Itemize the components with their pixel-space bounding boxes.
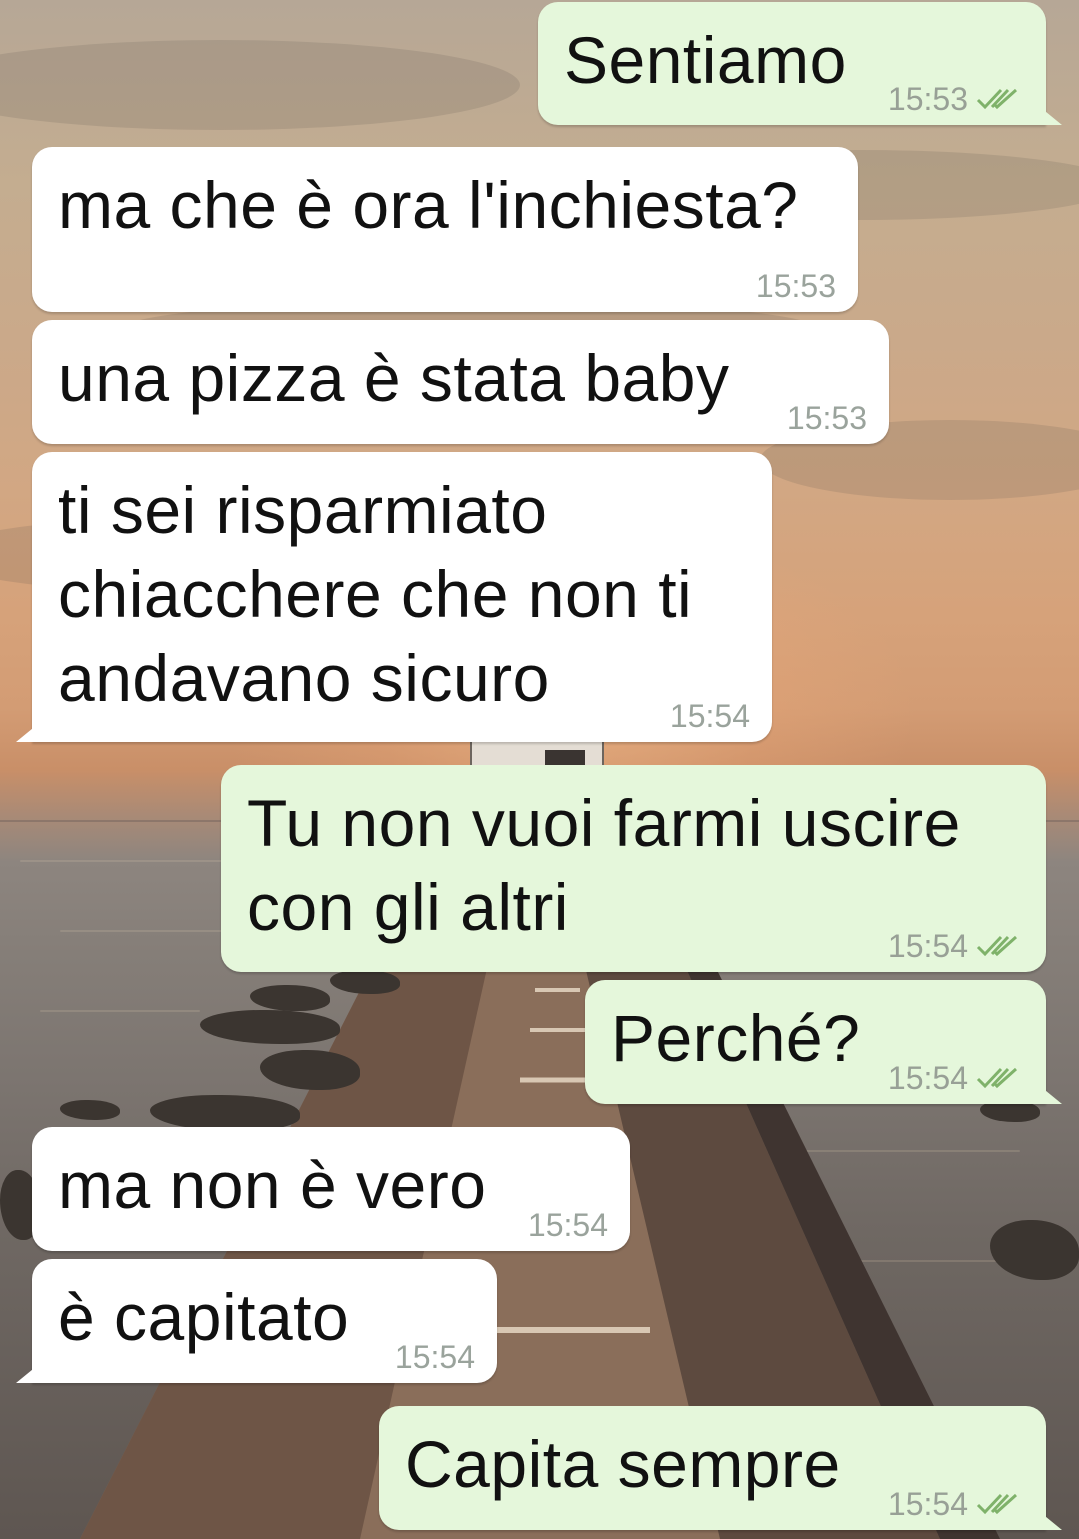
message-text: una pizza è stata baby [58, 341, 730, 415]
message-time: 15:54 [887, 928, 968, 964]
message-time: 15:54 [887, 1486, 968, 1522]
incoming-message-bubble[interactable]: è capitato 15:54 [16, 1259, 497, 1383]
message-text: ti sei risparmiato chiacchere che non ti… [58, 473, 712, 715]
message-meta: 15:54 [888, 1060, 1024, 1096]
message-meta: 15:54 [528, 1207, 608, 1243]
message-meta: 15:53 [787, 400, 867, 436]
bubble-tail [1040, 1086, 1062, 1104]
message-meta: 15:54 [888, 1486, 1024, 1522]
outgoing-message-bubble[interactable]: Perché? 15:54 [585, 980, 1062, 1104]
outgoing-message-bubble[interactable]: Tu non vuoi farmi uscire con gli altri 1… [221, 765, 1046, 972]
message-list[interactable]: Sentiamo 15:53 ma che è ora l'inchiesta?… [0, 0, 1079, 1539]
message-text: Tu non vuoi farmi uscire con gli altri [247, 786, 980, 944]
double-check-delivered-icon [976, 933, 1024, 959]
bubble-tail [16, 724, 38, 742]
message-time: 15:54 [887, 1060, 968, 1096]
bubble-tail [1040, 1512, 1062, 1530]
bubble-tail [16, 1365, 38, 1383]
message-text: ma non è vero [58, 1148, 487, 1222]
incoming-message-bubble[interactable]: ma non è vero 15:54 [32, 1127, 630, 1251]
incoming-message-bubble[interactable]: ti sei risparmiato chiacchere che non ti… [16, 452, 772, 742]
message-time: 15:54 [527, 1207, 608, 1243]
outgoing-message-bubble[interactable]: Capita sempre 15:54 [379, 1406, 1062, 1530]
message-meta: 15:54 [395, 1339, 475, 1375]
bubble-tail [1040, 107, 1062, 125]
message-meta: 15:53 [888, 81, 1024, 117]
message-meta: 15:53 [756, 268, 836, 304]
message-time: 15:53 [786, 400, 867, 436]
incoming-message-bubble[interactable]: una pizza è stata baby 15:53 [32, 320, 889, 444]
message-meta: 15:54 [670, 698, 750, 734]
double-check-delivered-icon [976, 1491, 1024, 1517]
outgoing-message-bubble[interactable]: Sentiamo 15:53 [538, 2, 1062, 125]
message-text: ma che è ora l'inchiesta? [58, 168, 799, 242]
message-time: 15:53 [755, 268, 836, 304]
message-time: 15:54 [669, 698, 750, 734]
double-check-delivered-icon [976, 86, 1024, 112]
message-meta: 15:54 [888, 928, 1024, 964]
incoming-message-bubble[interactable]: ma che è ora l'inchiesta? 15:53 [32, 147, 858, 312]
message-time: 15:54 [394, 1339, 475, 1375]
message-time: 15:53 [887, 81, 968, 117]
double-check-delivered-icon [976, 1065, 1024, 1091]
